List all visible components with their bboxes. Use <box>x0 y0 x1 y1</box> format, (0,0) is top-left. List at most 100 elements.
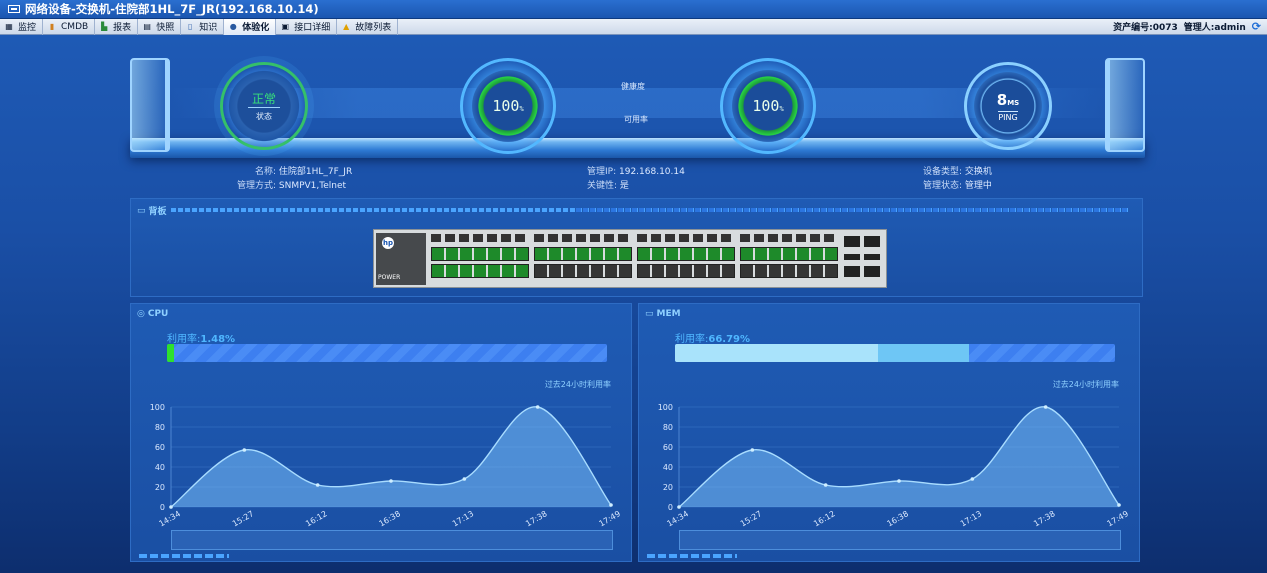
menu-monitor[interactable]: ▦ 监控 <box>0 18 44 35</box>
memory-icon: ▭ <box>645 309 654 319</box>
interface-icon: ▣ <box>281 22 290 31</box>
management-ip: 192.168.10.14 <box>619 167 685 177</box>
cpu-icon: ◎ <box>137 309 145 319</box>
data-point[interactable] <box>1117 503 1121 507</box>
backplane-panel: ▭ 背板 hp POWER <box>130 198 1143 297</box>
cpu-area-chart: 0 20 40 60 80 100 14:34 15:27 16:12 16:38 17:13 17:… <box>150 403 621 528</box>
availability-label: 可用率 <box>624 115 648 124</box>
y-tick-label: 100 <box>658 403 673 412</box>
window-title: 网络设备-交换机-住院部1HL_7F_JR(192.168.10.14) <box>25 2 319 16</box>
refresh-icon[interactable]: ⟳ <box>1252 20 1261 33</box>
port-group-1[interactable] <box>431 233 529 285</box>
window-icon <box>8 5 20 13</box>
status-label: 状态 <box>256 112 272 121</box>
mem-past-label: 过去24小时利用率 <box>1052 380 1119 389</box>
glass-left <box>130 58 170 152</box>
menu-knowledge[interactable]: ▯ 知识 <box>181 18 225 35</box>
asset-info: 资产编号:0073 管理人:admin ⟳ <box>1113 20 1267 33</box>
glass-right <box>1105 58 1145 152</box>
y-tick-label: 40 <box>155 463 165 472</box>
warning-icon: ▲ <box>343 22 350 31</box>
backplane-title: ▭ 背板 <box>137 205 167 218</box>
experience-icon: ● <box>229 22 237 31</box>
y-tick-label: 20 <box>663 483 673 492</box>
data-point[interactable] <box>823 483 828 487</box>
y-tick-label: 100 <box>150 403 165 412</box>
title-bar: 网络设备-交换机-住院部1HL_7F_JR(192.168.10.14) <box>0 0 1267 19</box>
data-point[interactable] <box>897 479 901 483</box>
x-tick-label: 14:34 <box>158 509 182 528</box>
status-value: 正常 <box>247 90 280 108</box>
data-point[interactable] <box>169 505 173 509</box>
data-point[interactable] <box>609 503 613 507</box>
y-tick-label: 80 <box>663 423 673 432</box>
device-name: 住院部1HL_7F_JR <box>278 167 353 177</box>
data-point[interactable] <box>242 448 247 452</box>
switch-control-block: hp POWER <box>376 233 426 285</box>
backplane-icon: ▭ <box>137 205 146 216</box>
mem-bar-fill-2 <box>877 344 969 362</box>
power-label: POWER <box>378 274 401 281</box>
y-tick-label: 20 <box>155 483 165 492</box>
menu-cmdb[interactable]: ▮ CMDB <box>43 18 96 35</box>
health-value: 100% <box>492 97 524 115</box>
snapshot-icon: ▤ <box>143 22 151 31</box>
mem-title: ▭ MEM <box>645 309 681 319</box>
x-tick-label: 16:12 <box>812 509 836 528</box>
menu-snapshot[interactable]: ▤ 快照 <box>138 18 182 35</box>
cpu-title: ◎ CPU <box>137 309 169 319</box>
cpu-chart-scroller[interactable] <box>171 530 613 550</box>
menu-faults[interactable]: ▲ 故障列表 <box>337 18 399 35</box>
series-area <box>679 406 1119 507</box>
cpu-panel: ◎ CPU 利用率:1.48% 过去24小时利用率 0 20 40 60 80 100 14:… <box>130 303 632 562</box>
device-type: 交换机 <box>964 167 992 177</box>
data-point[interactable] <box>462 477 467 481</box>
switch-ports <box>431 233 838 285</box>
gauge-stage: 正常 状态 100% 100% 8MS PING 健康度 可用率 <box>130 56 1145 158</box>
knowledge-icon: ▯ <box>188 22 193 31</box>
menu-interface[interactable]: ▣ 接口详细 <box>276 18 338 35</box>
x-tick-label: 15:27 <box>739 509 763 528</box>
mem-panel: ▭ MEM 利用率:66.79% 过去24小时利用率 0 20 40 60 80 100 14… <box>638 303 1140 562</box>
mem-footer-deco <box>647 554 737 558</box>
switch-faceplate[interactable]: hp POWER <box>373 229 887 288</box>
mem-area-chart: 0 20 40 60 80 100 14:34 15:27 16:12 16:38 17:13 17:… <box>658 403 1129 528</box>
port-group-4[interactable] <box>740 233 838 285</box>
sfp-ports[interactable] <box>844 236 882 282</box>
data-point[interactable] <box>1043 405 1048 409</box>
health-gauge: 100% <box>460 58 556 154</box>
mem-chart-scroller[interactable] <box>679 530 1121 550</box>
monitor-icon: ▦ <box>5 22 13 31</box>
port-group-3[interactable] <box>637 233 735 285</box>
x-tick-label: 17:49 <box>598 509 621 528</box>
series-area <box>171 406 611 507</box>
x-tick-label: 17:38 <box>1032 509 1056 528</box>
data-point[interactable] <box>970 477 975 481</box>
management-mode: SNMPV1,Telnet <box>278 181 347 191</box>
y-tick-label: 0 <box>160 503 165 512</box>
port-group-2[interactable] <box>534 233 632 285</box>
info-col-1: 名称: 住院部1HL_7F_JR 管理方式: SNMPV1,Telnet <box>236 167 353 191</box>
mem-bar-fill <box>675 344 878 362</box>
cmdb-icon: ▮ <box>49 22 55 31</box>
data-point[interactable] <box>315 483 320 487</box>
data-point[interactable] <box>677 505 681 509</box>
cpu-past-label: 过去24小时利用率 <box>544 380 611 389</box>
data-point[interactable] <box>535 405 540 409</box>
menu-bar: ▦ 监控 ▮ CMDB ▙ 报表 ▤ 快照 ▯ 知识 ● 体验化 ▣ 接口详细 ▲ 故障列表 资… <box>0 18 1267 35</box>
mem-bar <box>675 344 1115 362</box>
manager: 管理人:admin <box>1183 23 1246 33</box>
data-point[interactable] <box>750 448 755 452</box>
data-point[interactable] <box>389 479 393 483</box>
backplane-divider-2 <box>576 208 1128 212</box>
x-tick-label: 17:13 <box>451 509 475 528</box>
y-tick-label: 40 <box>663 463 673 472</box>
x-tick-label: 16:38 <box>886 509 910 528</box>
cpu-utilization: 利用率:1.48% <box>167 334 236 345</box>
y-tick-label: 80 <box>155 423 165 432</box>
mem-utilization: 利用率:66.79% <box>675 334 751 345</box>
criticality: 是 <box>619 181 629 191</box>
menu-experience[interactable]: ● 体验化 <box>224 18 277 35</box>
menu-report[interactable]: ▙ 报表 <box>95 18 139 35</box>
availability-gauge: 100% <box>720 58 816 154</box>
